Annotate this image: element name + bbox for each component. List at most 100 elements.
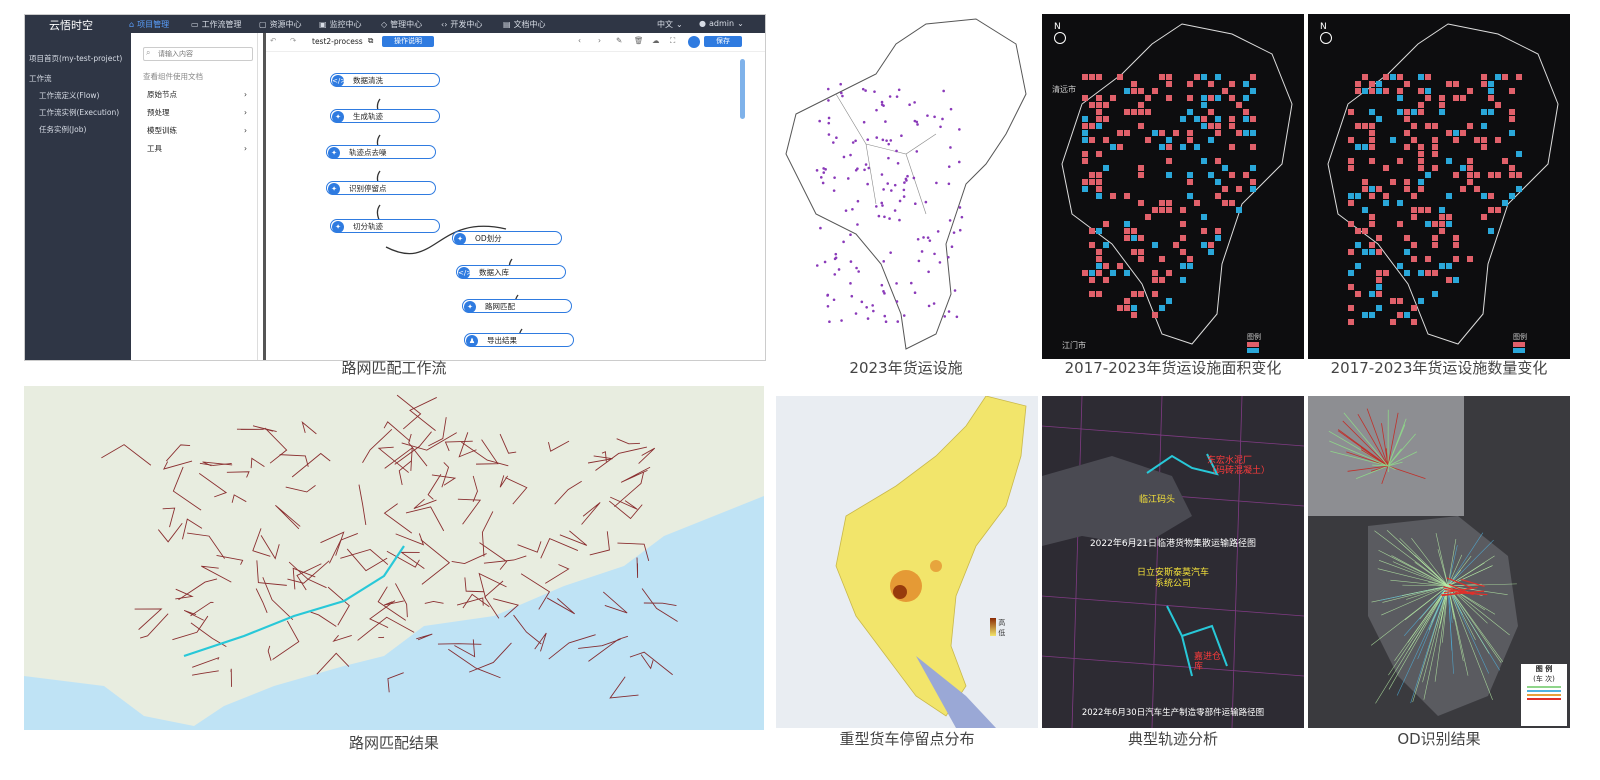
library-item-raw[interactable]: 原始节点 › (147, 89, 247, 100)
sidebar-item-project-home[interactable]: 项目首页(my-test-project) (29, 53, 122, 64)
grid-cell (1404, 249, 1410, 255)
grid-cell (1131, 109, 1137, 115)
grid-cell (1103, 242, 1109, 248)
grid-cell (1383, 200, 1389, 206)
caption-match-result: 路网匹配结果 (348, 734, 439, 752)
library-item-preprocess[interactable]: 预处理 › (147, 107, 247, 118)
grid-cell (1138, 235, 1144, 241)
grid-cell (1411, 207, 1417, 213)
node-od-division[interactable]: ✦ OD划分 (452, 231, 562, 245)
facility-point (881, 204, 884, 207)
grid-cell (1082, 74, 1088, 80)
grid-cell (1250, 186, 1256, 192)
grid-cell (1369, 249, 1375, 255)
grid-cell (1082, 123, 1088, 129)
grid-cell (1236, 102, 1242, 108)
facility-point (897, 88, 901, 92)
grid-cell (1355, 81, 1361, 87)
grid-cell (1404, 186, 1410, 192)
app-logo: 云悟时空 (49, 19, 93, 32)
sidebar-item-flow[interactable]: 工作流定义(Flow) (39, 90, 99, 101)
node-split-trajectory[interactable]: ✦ 切分轨迹 (330, 219, 440, 233)
grid-cell (1166, 207, 1172, 213)
grid-cell (1089, 102, 1095, 108)
home-icon: ⌂ (129, 20, 135, 29)
grid-cell (1481, 193, 1487, 199)
user-menu[interactable]: ● admin ⌄ (699, 19, 744, 28)
grid-cell (1159, 207, 1165, 213)
nav-dev-center[interactable]: ‹› 开发中心 (441, 19, 482, 30)
caption-area-change: 2017-2023年货运设施面积变化 (1064, 359, 1282, 377)
facility-point (846, 177, 850, 180)
grid-cell (1488, 193, 1494, 199)
grid-cell (1131, 228, 1137, 234)
facility-point (936, 230, 940, 233)
grid-cell (1481, 214, 1487, 220)
grid-cell (1432, 123, 1438, 129)
facility-point (827, 99, 830, 102)
facility-point (880, 100, 884, 104)
grid-cell (1467, 88, 1473, 94)
language-selector[interactable]: 中文 ⌄ (657, 19, 683, 30)
trajectory-svg (1042, 396, 1304, 728)
grid-cell (1411, 123, 1417, 129)
node-export-results[interactable]: ♟ 导出结果 (464, 333, 574, 347)
grid-cells (1348, 74, 1522, 325)
grid-cell (1103, 263, 1109, 269)
sidebar-item-workflow[interactable]: 工作流 (29, 73, 52, 84)
grid-cell (1376, 88, 1382, 94)
nav-workflow-management[interactable]: ▭ 工作流管理 (191, 19, 242, 30)
node-denoise[interactable]: ✦ 轨迹点去噪 (326, 145, 436, 159)
workflow-canvas[interactable]: ↶ ↷ test2-process ⧉ 操作说明 ‹ › ✎ 🗑 ☁ ⛶ 保存 (263, 33, 765, 360)
search-input[interactable] (143, 47, 253, 61)
sidebar-item-job[interactable]: 任务实例(Job) (39, 124, 86, 135)
grid-cell (1481, 123, 1487, 129)
facility-point (893, 209, 897, 212)
facility-point (856, 167, 859, 170)
node-map-matching[interactable]: ✦ 路网匹配 (462, 299, 572, 313)
grid-cell (1194, 144, 1200, 150)
facility-point (826, 304, 830, 308)
grid-cell (1467, 172, 1473, 178)
grid-cell (1096, 74, 1102, 80)
node-data-cleaning[interactable]: </> 数据清洗 (330, 73, 440, 87)
grid-cell (1404, 144, 1410, 150)
grid-cell (1418, 207, 1424, 213)
library-item-tools[interactable]: 工具 › (147, 143, 247, 154)
nav-doc-center[interactable]: ▤ 文档中心 (503, 19, 546, 30)
nav-monitor-center[interactable]: ▣ 监控中心 (319, 19, 362, 30)
nav-resource-center[interactable]: ▢ 资源中心 (259, 19, 302, 30)
node-generate-trajectory[interactable]: ✦ 生成轨迹 (330, 109, 440, 123)
facility-point (949, 146, 952, 149)
component-doc-link[interactable]: 查看组件使用文档 (143, 71, 203, 82)
grid-cell (1096, 95, 1102, 101)
facility-point (880, 201, 884, 205)
facility-point (933, 115, 936, 119)
node-data-storage[interactable]: </> 数据入库 (456, 265, 566, 279)
grid-cell (1348, 305, 1354, 311)
node-identify-stops[interactable]: ✦ 识别停留点 (326, 181, 436, 195)
nav-admin-center[interactable]: ◇ 管理中心 (381, 19, 422, 30)
grid-cell (1138, 165, 1144, 171)
grid-cell (1201, 95, 1207, 101)
facility-point (834, 252, 838, 256)
grid-cell (1145, 95, 1151, 101)
facility-point (896, 161, 900, 165)
grid-cell (1425, 221, 1431, 227)
grid-cell (1194, 74, 1200, 80)
sidebar-item-execution[interactable]: 工作流实例(Execution) (39, 107, 119, 118)
facility-point (837, 268, 841, 271)
library-item-model[interactable]: 模型训练 › (147, 125, 247, 136)
grid-cell (1229, 116, 1235, 122)
grid-cell (1369, 312, 1375, 318)
person-icon: ♟ (466, 335, 478, 347)
facility-point (928, 239, 932, 242)
facility-point (862, 120, 866, 124)
nav-project-management[interactable]: ⌂ 项目管理 (129, 19, 169, 30)
north-arrow-icon (1320, 32, 1332, 44)
grid-cell (1411, 242, 1417, 248)
grid-cell (1124, 88, 1130, 94)
grid-cell (1362, 186, 1368, 192)
facility-point (828, 320, 831, 324)
grid-cell (1187, 256, 1193, 262)
